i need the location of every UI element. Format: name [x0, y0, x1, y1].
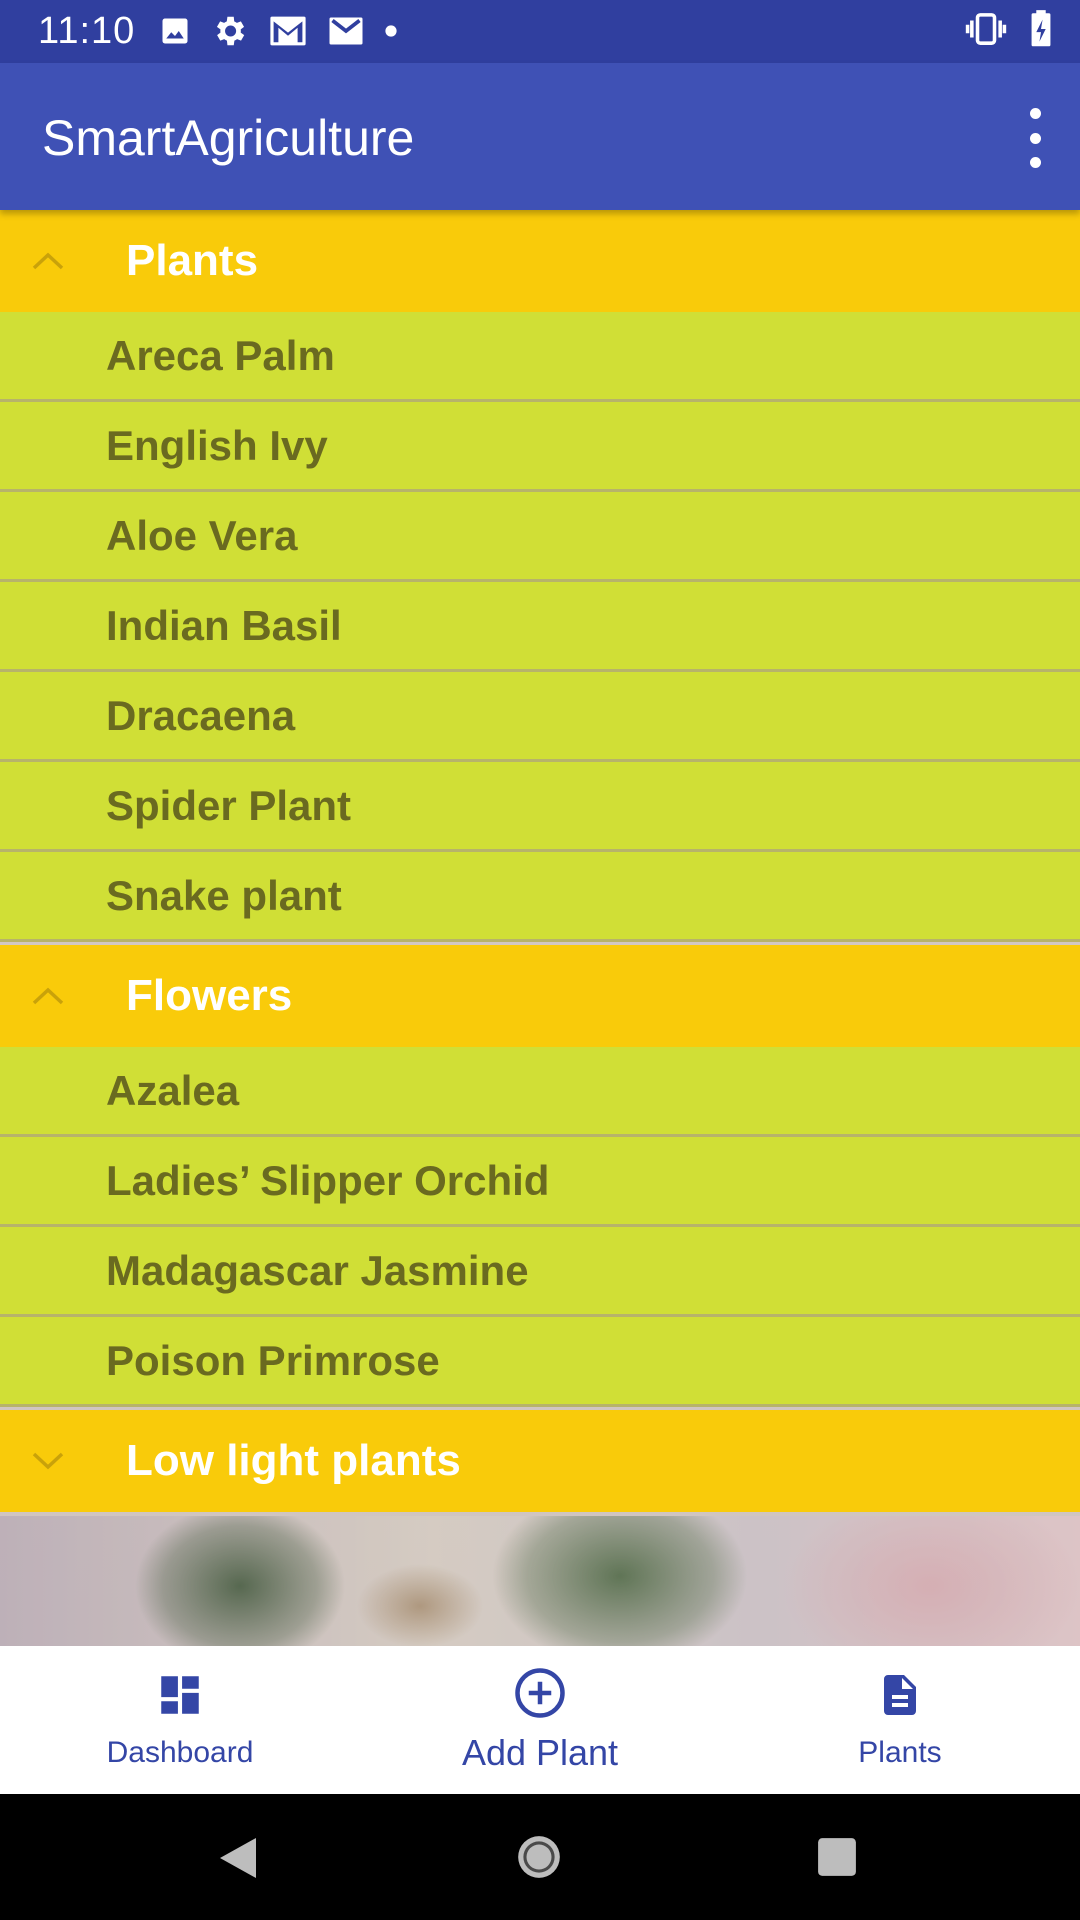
list-item[interactable]: Madagascar Jasmine [0, 1227, 1080, 1317]
group-header-flowers[interactable]: Flowers [0, 945, 1080, 1047]
list-item-label: Madagascar Jasmine [106, 1247, 529, 1294]
list-item[interactable]: Azalea [0, 1047, 1080, 1137]
list-item-label: Azalea [106, 1067, 240, 1114]
document-icon [884, 1675, 916, 1715]
list-item-label: Ladies’ Slipper Orchid [106, 1157, 550, 1204]
back-icon[interactable] [216, 1834, 260, 1882]
group-title: Flowers [126, 971, 293, 1020]
background-image [0, 1516, 1080, 1646]
list-item[interactable]: Aloe Vera [0, 492, 1080, 582]
system-navigation-bar [0, 1794, 1080, 1920]
list-item[interactable]: Ladies’ Slipper Orchid [0, 1137, 1080, 1227]
dashboard-icon [161, 1676, 199, 1714]
nav-dashboard[interactable]: Dashboard [0, 1646, 360, 1794]
gmail-icon [270, 16, 306, 46]
expandable-list: Plants Areca Palm English Ivy Aloe Vera … [0, 210, 1080, 1646]
system-status-icons [964, 10, 1052, 48]
dot-icon [385, 25, 397, 37]
list-item-label: Indian Basil [106, 602, 342, 649]
group-title: Low light plants [126, 1436, 461, 1485]
status-time: 11:10 [38, 10, 136, 52]
settings-icon [216, 16, 245, 46]
recents-icon[interactable] [816, 1836, 858, 1878]
list-item-label: Snake plant [106, 872, 342, 919]
nav-add-plant[interactable]: Add Plant [360, 1646, 720, 1794]
add-circle-icon [515, 1668, 565, 1718]
list-item-label: Dracaena [106, 692, 296, 739]
vibrate-icon [965, 13, 1007, 45]
list-item[interactable]: English Ivy [0, 402, 1080, 492]
nav-label: Dashboard [106, 1736, 254, 1769]
list-item-label: Poison Primrose [106, 1337, 440, 1384]
gmail-icon [329, 17, 363, 45]
chevron-down-icon [32, 1452, 64, 1470]
list-item-label: Aloe Vera [106, 512, 298, 559]
home-icon[interactable] [514, 1832, 564, 1882]
nav-label: Add Plant [461, 1732, 619, 1773]
list-item[interactable]: Dracaena [0, 672, 1080, 762]
more-vert-icon[interactable] [1018, 108, 1052, 168]
battery-icon [1031, 10, 1051, 47]
image-icon [162, 18, 188, 44]
group-header-plants[interactable]: Plants [0, 210, 1080, 312]
app-bar: SmartAgriculture [0, 63, 1080, 210]
list-item-label: Spider Plant [106, 782, 352, 829]
bottom-navigation: Dashboard Add Plant Plants [0, 1646, 1080, 1794]
app-title: SmartAgriculture [42, 110, 415, 166]
list-item[interactable]: Areca Palm [0, 312, 1080, 402]
list-item[interactable]: Indian Basil [0, 582, 1080, 672]
list-item-label: English Ivy [106, 422, 328, 469]
status-bar: 11:10 [0, 0, 1080, 63]
list-item-label: Areca Palm [106, 332, 335, 379]
list-item[interactable]: Spider Plant [0, 762, 1080, 852]
chevron-up-icon [32, 987, 64, 1005]
list-item[interactable]: Snake plant [0, 852, 1080, 942]
nav-label: Plants [858, 1736, 942, 1769]
chevron-up-icon [32, 252, 64, 270]
group-title: Plants [126, 236, 259, 285]
group-header-low-light-plants[interactable]: Low light plants [0, 1410, 1080, 1512]
list-item[interactable]: Poison Primrose [0, 1317, 1080, 1407]
nav-plants[interactable]: Plants [720, 1646, 1080, 1794]
notification-icons [160, 12, 398, 50]
